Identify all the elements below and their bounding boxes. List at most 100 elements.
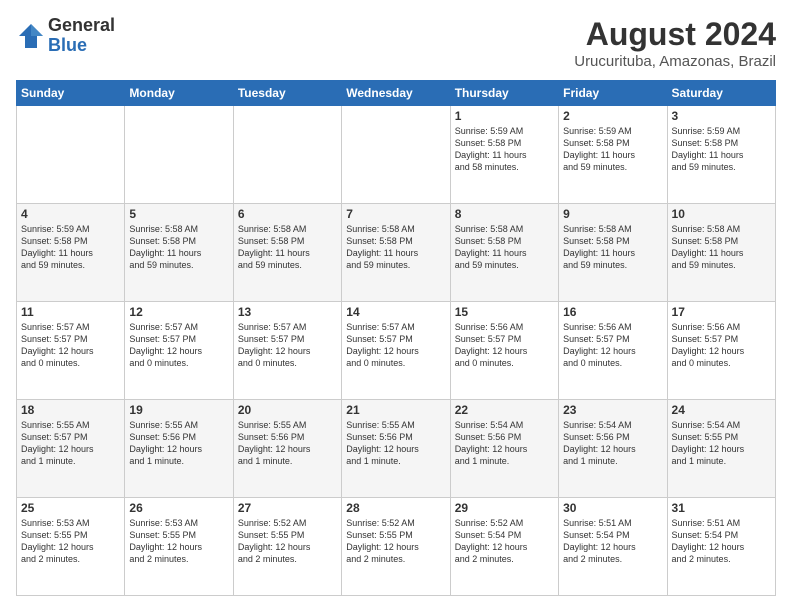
calendar-cell: 3Sunrise: 5:59 AM Sunset: 5:58 PM Daylig… [667,106,775,204]
title-section: August 2024 Urucurituba, Amazonas, Brazi… [574,16,776,70]
th-tuesday: Tuesday [233,81,341,106]
day-info: Sunrise: 5:59 AM Sunset: 5:58 PM Dayligh… [563,125,662,174]
calendar-cell [342,106,450,204]
th-monday: Monday [125,81,233,106]
day-number: 1 [455,109,554,123]
day-info: Sunrise: 5:56 AM Sunset: 5:57 PM Dayligh… [455,321,554,370]
day-number: 20 [238,403,337,417]
calendar-cell: 17 Sunrise: 5:56 AM Sunset: 5:57 PM Dayli… [667,302,775,400]
day-number: 12 [129,305,228,319]
day-number: 3 [672,109,771,123]
day-number: 18 [21,403,120,417]
day-number: 2 [563,109,662,123]
calendar-cell: 5 Sunrise: 5:58 AM Sunset: 5:58 PM Daylig… [125,204,233,302]
day-info: Sunrise: 5:58 AM Sunset: 5:58 PM Dayligh… [238,223,337,272]
day-info: Sunrise: 5:55 AM Sunset: 5:56 PM Dayligh… [346,419,445,468]
calendar-cell: 7 Sunrise: 5:58 AM Sunset: 5:58 PM Daylig… [342,204,450,302]
day-info: Sunrise: 5:59 AM Sunset: 5:58 PM Dayligh… [455,125,554,174]
calendar-cell: 18 Sunrise: 5:55 AM Sunset: 5:57 PM Dayli… [17,400,125,498]
calendar-cell [17,106,125,204]
location-subtitle: Urucurituba, Amazonas, Brazil [574,53,776,70]
calendar-cell: 30 Sunrise: 5:51 AM Sunset: 5:54 PM Dayli… [559,498,667,596]
calendar-header: Sunday Monday Tuesday Wednesday Thursday… [17,81,776,106]
day-info: Sunrise: 5:59 AM Sunset: 5:58 PM Dayligh… [21,223,120,272]
day-number: 17 [672,305,771,319]
calendar-cell: 1 Sunrise: 5:59 AM Sunset: 5:58 PM Daylig… [450,106,558,204]
day-number: 29 [455,501,554,515]
calendar-cell: 4 Sunrise: 5:59 AM Sunset: 5:58 PM Daylig… [17,204,125,302]
month-year-title: August 2024 [574,16,776,53]
day-number: 7 [346,207,445,221]
day-info: Sunrise: 5:55 AM Sunset: 5:56 PM Dayligh… [238,419,337,468]
day-info: Sunrise: 5:53 AM Sunset: 5:55 PM Dayligh… [129,517,228,566]
calendar-cell: 31 Sunrise: 5:51 AM Sunset: 5:54 PM Dayli… [667,498,775,596]
logo-text: General Blue [48,16,115,56]
day-number: 31 [672,501,771,515]
th-friday: Friday [559,81,667,106]
calendar-table: Sunday Monday Tuesday Wednesday Thursday… [16,80,776,596]
day-info: Sunrise: 5:57 AM Sunset: 5:57 PM Dayligh… [129,321,228,370]
calendar-cell: 23Sunrise: 5:54 AM Sunset: 5:56 PM Dayli… [559,400,667,498]
day-number: 27 [238,501,337,515]
calendar-cell: 13 Sunrise: 5:57 AM Sunset: 5:57 PM Dayli… [233,302,341,400]
day-info: Sunrise: 5:58 AM Sunset: 5:58 PM Dayligh… [672,223,771,272]
day-info: Sunrise: 5:58 AM Sunset: 5:58 PM Dayligh… [563,223,662,272]
day-info: Sunrise: 5:57 AM Sunset: 5:57 PM Dayligh… [238,321,337,370]
calendar-cell: 9 Sunrise: 5:58 AM Sunset: 5:58 PM Daylig… [559,204,667,302]
th-sunday: Sunday [17,81,125,106]
page: General Blue August 2024 Urucurituba, Am… [0,0,792,612]
calendar-week-row: 11 Sunrise: 5:57 AM Sunset: 5:57 PM Dayli… [17,302,776,400]
logo-general-text: General [48,16,115,36]
day-number: 6 [238,207,337,221]
day-info: Sunrise: 5:57 AM Sunset: 5:57 PM Dayligh… [21,321,120,370]
day-number: 15 [455,305,554,319]
calendar-week-row: 25Sunrise: 5:53 AM Sunset: 5:55 PM Dayli… [17,498,776,596]
day-number: 11 [21,305,120,319]
calendar-week-row: 4 Sunrise: 5:59 AM Sunset: 5:58 PM Daylig… [17,204,776,302]
calendar-cell: 22Sunrise: 5:54 AM Sunset: 5:56 PM Dayli… [450,400,558,498]
day-number: 4 [21,207,120,221]
calendar-cell: 29 Sunrise: 5:52 AM Sunset: 5:54 PM Dayli… [450,498,558,596]
day-info: Sunrise: 5:55 AM Sunset: 5:56 PM Dayligh… [129,419,228,468]
day-number: 14 [346,305,445,319]
day-info: Sunrise: 5:54 AM Sunset: 5:56 PM Dayligh… [455,419,554,468]
calendar-cell: 8 Sunrise: 5:58 AM Sunset: 5:58 PM Daylig… [450,204,558,302]
th-wednesday: Wednesday [342,81,450,106]
day-number: 9 [563,207,662,221]
logo: General Blue [16,16,115,56]
calendar-cell: 25Sunrise: 5:53 AM Sunset: 5:55 PM Dayli… [17,498,125,596]
th-thursday: Thursday [450,81,558,106]
calendar-cell: 14 Sunrise: 5:57 AM Sunset: 5:57 PM Dayli… [342,302,450,400]
calendar-cell: 10 Sunrise: 5:58 AM Sunset: 5:58 PM Dayli… [667,204,775,302]
day-info: Sunrise: 5:55 AM Sunset: 5:57 PM Dayligh… [21,419,120,468]
day-info: Sunrise: 5:51 AM Sunset: 5:54 PM Dayligh… [563,517,662,566]
calendar-cell: 2 Sunrise: 5:59 AM Sunset: 5:58 PM Daylig… [559,106,667,204]
calendar-cell [125,106,233,204]
day-number: 8 [455,207,554,221]
calendar-cell: 12 Sunrise: 5:57 AM Sunset: 5:57 PM Dayli… [125,302,233,400]
calendar-cell: 16Sunrise: 5:56 AM Sunset: 5:57 PM Dayli… [559,302,667,400]
day-info: Sunrise: 5:52 AM Sunset: 5:54 PM Dayligh… [455,517,554,566]
day-number: 30 [563,501,662,515]
day-info: Sunrise: 5:57 AM Sunset: 5:57 PM Dayligh… [346,321,445,370]
day-info: Sunrise: 5:58 AM Sunset: 5:58 PM Dayligh… [129,223,228,272]
day-info: Sunrise: 5:51 AM Sunset: 5:54 PM Dayligh… [672,517,771,566]
day-number: 10 [672,207,771,221]
calendar-cell: 28Sunrise: 5:52 AM Sunset: 5:55 PM Dayli… [342,498,450,596]
day-info: Sunrise: 5:58 AM Sunset: 5:58 PM Dayligh… [455,223,554,272]
calendar-cell [233,106,341,204]
calendar-week-row: 1 Sunrise: 5:59 AM Sunset: 5:58 PM Daylig… [17,106,776,204]
day-info: Sunrise: 5:56 AM Sunset: 5:57 PM Dayligh… [672,321,771,370]
day-number: 26 [129,501,228,515]
day-number: 5 [129,207,228,221]
day-number: 13 [238,305,337,319]
calendar-cell: 27Sunrise: 5:52 AM Sunset: 5:55 PM Dayli… [233,498,341,596]
day-number: 28 [346,501,445,515]
day-number: 23 [563,403,662,417]
th-saturday: Saturday [667,81,775,106]
calendar-cell: 26 Sunrise: 5:53 AM Sunset: 5:55 PM Dayli… [125,498,233,596]
day-number: 19 [129,403,228,417]
calendar-cell: 15 Sunrise: 5:56 AM Sunset: 5:57 PM Dayli… [450,302,558,400]
calendar-cell: 20 Sunrise: 5:55 AM Sunset: 5:56 PM Dayli… [233,400,341,498]
day-info: Sunrise: 5:58 AM Sunset: 5:58 PM Dayligh… [346,223,445,272]
